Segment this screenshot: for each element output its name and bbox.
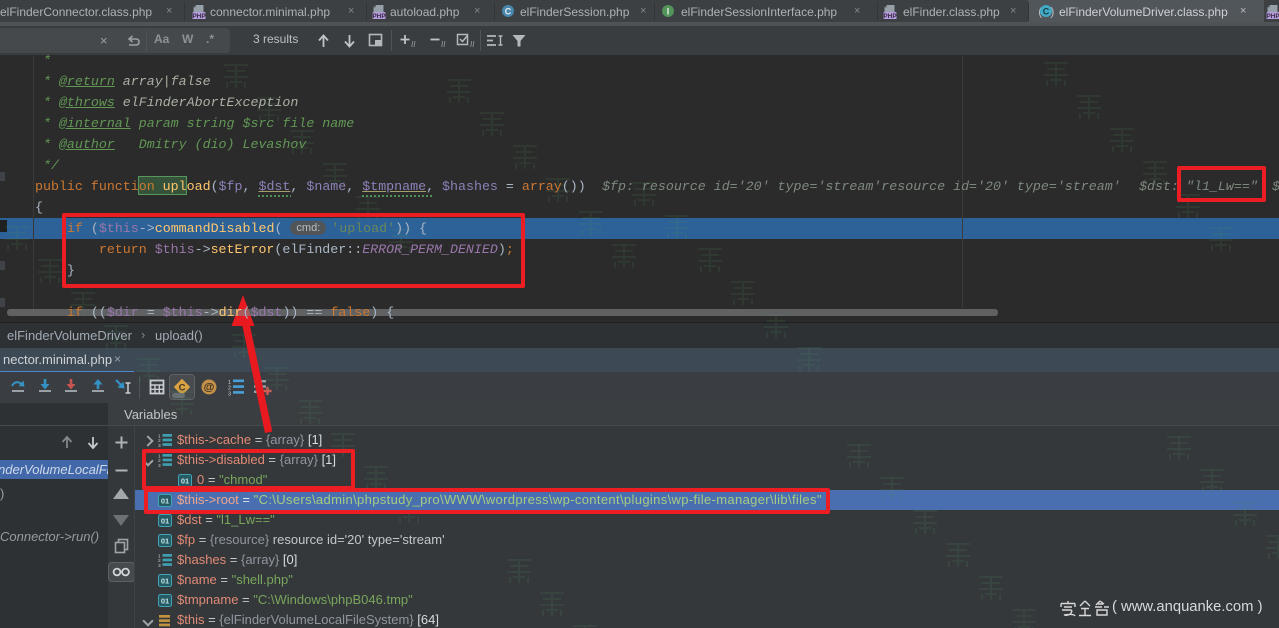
svg-text:01: 01 [161,577,169,586]
svg-text:PHP: PHP [883,13,897,19]
svg-text:3: 3 [228,391,231,396]
svg-text:3: 3 [158,463,161,467]
svg-text:II: II [411,40,416,49]
svg-text:@: @ [204,382,215,394]
svg-text:01: 01 [161,497,169,506]
svg-text:3: 3 [158,563,161,567]
svg-text:C: C [179,382,186,393]
svg-text:C: C [1043,6,1050,16]
svg-text:PHP: PHP [1266,13,1279,19]
svg-text:01: 01 [181,477,189,486]
svg-text:01: 01 [161,517,169,526]
svg-text:C: C [505,6,512,16]
svg-text:II: II [441,40,446,49]
svg-text:3: 3 [158,443,161,447]
svg-text:01: 01 [161,537,169,546]
svg-text:01: 01 [161,597,169,606]
svg-text:PHP: PHP [372,13,386,19]
svg-text:): ) [1050,5,1054,19]
svg-text:PHP: PHP [192,13,206,19]
svg-text:II: II [470,40,475,49]
svg-text:I: I [667,6,670,16]
